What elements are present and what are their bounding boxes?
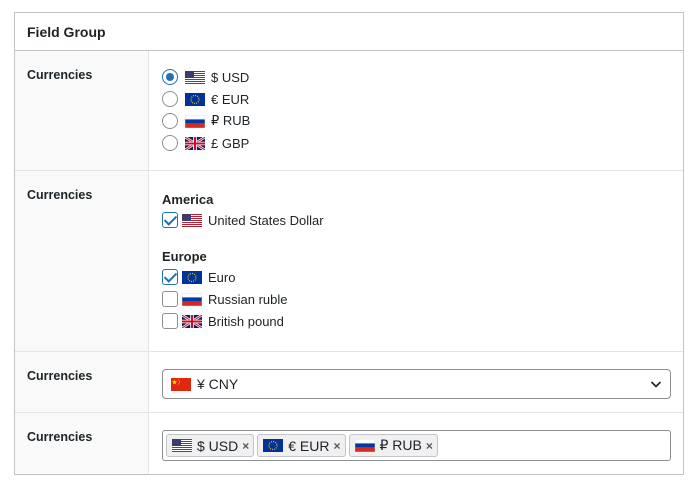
field-group-panel: Field Group Currencies $ USD € EUR ₽ RUB (14, 12, 684, 475)
gb-flag-icon (185, 137, 205, 150)
option-label: $ USD (211, 69, 250, 85)
option-label: United States Dollar (208, 212, 324, 228)
remove-tag-icon[interactable]: × (242, 439, 249, 453)
checkbox[interactable] (162, 269, 178, 285)
option-label: £ GBP (211, 135, 250, 151)
ru-flag-icon (355, 439, 375, 452)
checkbox-field-row: Currencies America United States Dollar … (15, 171, 683, 352)
multiselect-field-row: Currencies $ USD × € EUR × ₽ RUB × (15, 413, 683, 474)
ru-flag-icon (185, 115, 205, 128)
option-label: € EUR (211, 91, 250, 107)
ru-flag-icon (182, 293, 202, 306)
tag-label: € EUR (288, 437, 330, 454)
radio-button[interactable] (162, 135, 178, 151)
checkbox-option-gbp[interactable]: British pound (162, 310, 671, 332)
selected-tag-rub: ₽ RUB × (348, 434, 438, 457)
field-label: Currencies (27, 188, 93, 202)
checkbox[interactable] (162, 313, 178, 329)
eu-flag-icon (263, 439, 283, 452)
selected-tag-usd: $ USD × (166, 434, 255, 457)
us-flag-icon (182, 214, 202, 227)
selected-tag-eur: € EUR × (257, 434, 346, 457)
radio-button[interactable] (162, 69, 178, 85)
field-label-cell: Currencies (15, 352, 149, 412)
field-label: Currencies (27, 430, 93, 444)
us-flag-icon (185, 71, 205, 84)
select-value: ¥ CNY (197, 376, 239, 392)
radio-option-gbp[interactable]: £ GBP (162, 132, 671, 154)
currency-multiselect[interactable]: $ USD × € EUR × ₽ RUB × (162, 430, 671, 461)
eu-flag-icon (182, 271, 202, 284)
eu-flag-icon (185, 93, 205, 106)
radio-group: $ USD € EUR ₽ RUB £ GBP (149, 51, 683, 170)
option-label: Russian ruble (208, 291, 288, 307)
cn-flag-icon (171, 378, 191, 391)
checkbox[interactable] (162, 212, 178, 228)
panel-header: Field Group (15, 13, 683, 51)
field-label: Currencies (27, 369, 93, 383)
checkbox[interactable] (162, 291, 178, 307)
select-field-row: Currencies ¥ CNY (15, 352, 683, 413)
radio-option-usd[interactable]: $ USD (162, 66, 671, 88)
us-flag-icon (172, 439, 192, 452)
multiselect-cell: $ USD × € EUR × ₽ RUB × (149, 413, 683, 474)
radio-field-row: Currencies $ USD € EUR ₽ RUB £ GBP (15, 51, 683, 171)
option-label: ₽ RUB (211, 113, 251, 128)
group-heading-america: America (162, 191, 214, 207)
checkbox-option-eur[interactable]: Euro (162, 266, 671, 288)
select-cell: ¥ CNY (149, 352, 683, 412)
field-label-cell: Currencies (15, 413, 149, 474)
tag-label: $ USD (197, 437, 239, 454)
checkbox-option-usd[interactable]: United States Dollar (162, 209, 671, 231)
chevron-down-icon[interactable] (650, 378, 662, 390)
currency-select[interactable]: ¥ CNY (162, 369, 671, 399)
option-label: Euro (208, 269, 236, 285)
radio-option-rub[interactable]: ₽ RUB (162, 110, 671, 132)
field-label-cell: Currencies (15, 171, 149, 351)
remove-tag-icon[interactable]: × (426, 439, 433, 453)
field-label-cell: Currencies (15, 51, 149, 170)
panel-title: Field Group (27, 23, 106, 40)
radio-button[interactable] (162, 91, 178, 107)
tag-label: ₽ RUB (379, 437, 422, 453)
checkbox-groups: America United States Dollar Europe Euro… (149, 171, 683, 351)
radio-button[interactable] (162, 113, 178, 129)
checkbox-option-rub[interactable]: Russian ruble (162, 288, 671, 310)
remove-tag-icon[interactable]: × (333, 439, 340, 453)
group-heading-europe: Europe (162, 248, 207, 264)
gb-flag-icon (182, 315, 202, 328)
field-label: Currencies (27, 68, 93, 82)
radio-option-eur[interactable]: € EUR (162, 88, 671, 110)
option-label: British pound (208, 313, 284, 329)
